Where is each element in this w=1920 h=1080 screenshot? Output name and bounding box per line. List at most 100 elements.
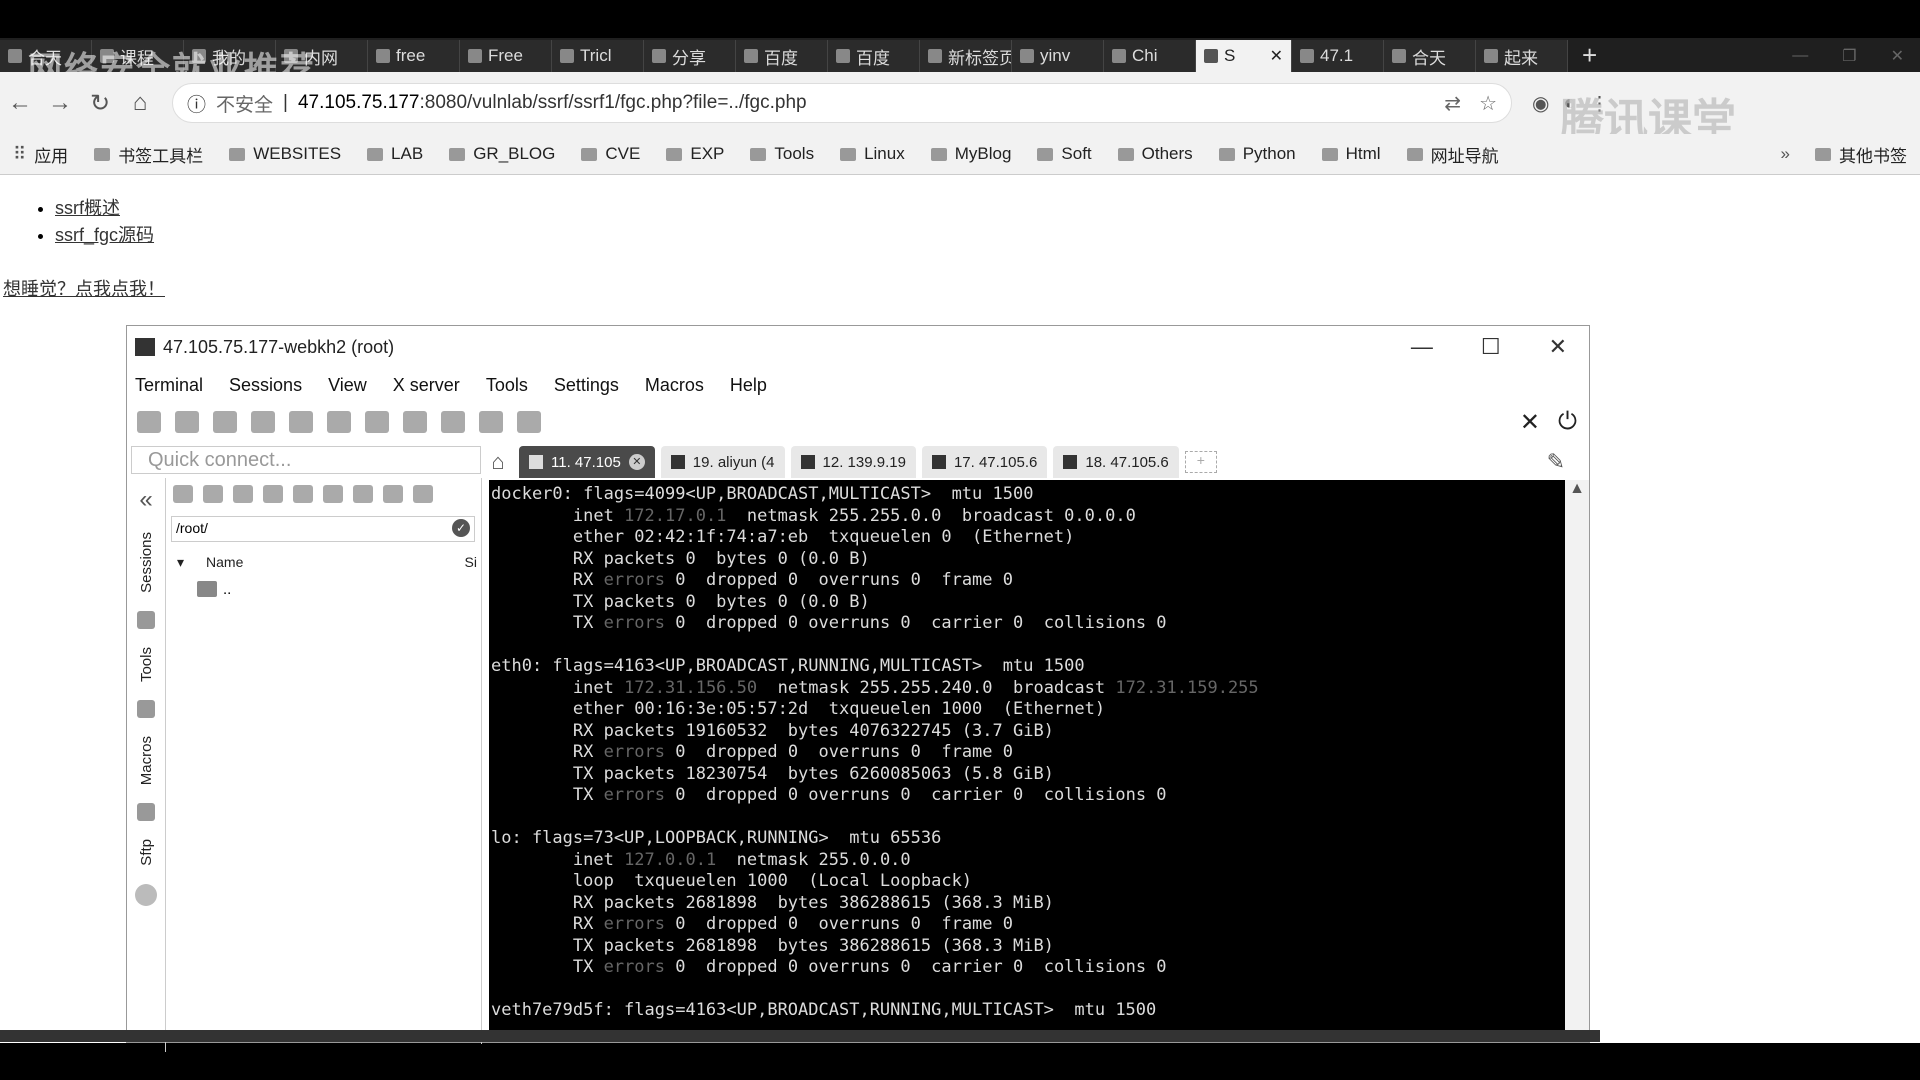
- side-tab-sessions[interactable]: Sessions: [138, 524, 155, 601]
- reload-icon[interactable]: ↻: [80, 89, 120, 118]
- browser-tab[interactable]: Tricl: [552, 40, 644, 72]
- back-icon[interactable]: ←: [0, 89, 40, 117]
- bookmark-item[interactable]: GR_BLOG: [436, 144, 568, 164]
- ssrf-fgc-source-link[interactable]: ssrf_fgc源码: [55, 225, 154, 245]
- star-icon[interactable]: [137, 610, 155, 629]
- browser-tab[interactable]: 分享: [644, 40, 736, 72]
- sftp-icon[interactable]: [135, 883, 157, 906]
- browser-tab[interactable]: Chi: [1104, 40, 1196, 72]
- bookmark-item[interactable]: MyBlog: [918, 144, 1025, 164]
- sleep-link[interactable]: 想睡觉？点我点我！: [3, 275, 165, 301]
- bookmark-item[interactable]: Python: [1206, 144, 1309, 164]
- close-session-icon[interactable]: ✕: [628, 454, 645, 470]
- bookmark-item[interactable]: Others: [1105, 144, 1206, 164]
- menu-item[interactable]: X server: [393, 375, 472, 396]
- browser-tab[interactable]: 合天: [1384, 40, 1476, 72]
- bookmark-item[interactable]: CVE: [568, 144, 653, 164]
- xserver-icon[interactable]: ✕: [1520, 408, 1540, 437]
- column-header-size[interactable]: Si: [465, 554, 481, 570]
- new-folder-icon[interactable]: [323, 485, 343, 503]
- refresh-icon[interactable]: [263, 485, 283, 503]
- bookmark-item[interactable]: 书签工具栏: [81, 142, 216, 167]
- info-icon[interactable]: ⓘ: [187, 90, 206, 117]
- bookmark-item[interactable]: LAB: [354, 144, 436, 164]
- minimize-icon[interactable]: —: [1411, 334, 1433, 360]
- session-icon[interactable]: [137, 411, 161, 433]
- servers-icon[interactable]: [175, 411, 199, 433]
- window-titlebar[interactable]: 47.105.75.177-webkh2 (root) — ☐ ✕: [127, 326, 1589, 368]
- address-bar[interactable]: ⓘ 不安全 | 47.105.75.177:8080/vulnlab/ssrf/…: [172, 83, 1512, 123]
- menu-item[interactable]: View: [328, 375, 379, 396]
- games-icon[interactable]: [251, 411, 275, 433]
- side-tab-sftp[interactable]: Sftp: [138, 831, 155, 874]
- tools-side-icon[interactable]: [137, 699, 155, 718]
- forward-icon[interactable]: →: [40, 89, 80, 117]
- maximize-icon[interactable]: ☐: [1481, 334, 1501, 360]
- close-icon[interactable]: ✕: [1891, 46, 1904, 66]
- close-icon[interactable]: ✕: [1549, 334, 1567, 360]
- browser-tab[interactable]: 47.1: [1292, 40, 1384, 72]
- home-icon[interactable]: ⌂: [120, 89, 160, 117]
- bookmarks-overflow-button[interactable]: »: [1769, 144, 1802, 164]
- side-tab-tools[interactable]: Tools: [138, 639, 155, 690]
- split-icon[interactable]: [365, 411, 389, 433]
- terminal-output[interactable]: docker0: flags=4099<UP,BROADCAST,MULTICA…: [489, 480, 1565, 1042]
- new-file-icon[interactable]: [293, 485, 313, 503]
- bookmark-item[interactable]: Linux: [827, 144, 918, 164]
- session-tab[interactable]: 19. aliyun (4: [660, 446, 785, 478]
- collapse-chevron-icon[interactable]: «: [139, 486, 152, 514]
- packages-icon[interactable]: [479, 411, 503, 433]
- url-text[interactable]: 47.105.75.177:8080/vulnlab/ssrf/ssrf1/fg…: [298, 92, 1434, 114]
- new-tab-button[interactable]: +: [1568, 40, 1611, 72]
- confirm-path-icon[interactable]: ✓: [452, 519, 470, 537]
- restore-icon[interactable]: ❐: [1842, 46, 1856, 66]
- bookmark-item[interactable]: WEBSITES: [216, 144, 354, 164]
- sort-chevron-icon[interactable]: ▾: [177, 554, 184, 571]
- browser-tab[interactable]: free: [368, 40, 460, 72]
- bookmark-item[interactable]: Soft: [1024, 144, 1104, 164]
- follow-terminal-icon[interactable]: [413, 485, 433, 503]
- session-tab[interactable]: 18. 47.105.6: [1053, 446, 1179, 478]
- menu-item[interactable]: Settings: [554, 375, 631, 396]
- ssrf-overview-link[interactable]: ssrf概述: [55, 198, 120, 218]
- translate-icon[interactable]: ⇄: [1444, 91, 1461, 116]
- close-tab-icon[interactable]: ✕: [1270, 46, 1283, 66]
- attach-icon[interactable]: ✎: [1547, 449, 1565, 475]
- menu-item[interactable]: Terminal: [135, 375, 215, 396]
- filter-icon[interactable]: [383, 485, 403, 503]
- menu-item[interactable]: Tools: [486, 375, 540, 396]
- tools-icon[interactable]: [213, 411, 237, 433]
- menu-item[interactable]: Sessions: [229, 375, 314, 396]
- bookmark-item[interactable]: Tools: [737, 144, 827, 164]
- browser-tab[interactable]: 百度: [828, 40, 920, 72]
- upload-icon[interactable]: [233, 485, 253, 503]
- browser-tab[interactable]: 百度: [736, 40, 828, 72]
- browser-tab[interactable]: S ✕: [1196, 40, 1292, 72]
- bookmark-item[interactable]: ⠿ 应用: [0, 142, 81, 167]
- sessions-icon[interactable]: [289, 411, 313, 433]
- new-session-tab-icon[interactable]: +: [1184, 451, 1217, 473]
- extension-icon[interactable]: ◉: [1532, 91, 1549, 116]
- quick-connect-input[interactable]: Quick connect...: [131, 446, 481, 474]
- home-tab-icon[interactable]: ⌂: [483, 449, 513, 475]
- tunneling-icon[interactable]: [441, 411, 465, 433]
- terminal-scrollbar[interactable]: ▲: [1565, 480, 1589, 1042]
- menu-item[interactable]: Macros: [645, 375, 716, 396]
- side-tab-macros[interactable]: Macros: [138, 728, 155, 793]
- bookmark-item[interactable]: Html: [1309, 144, 1394, 164]
- minimize-icon[interactable]: —: [1792, 47, 1808, 65]
- session-tab[interactable]: 12. 139.9.19: [790, 446, 916, 478]
- power-icon[interactable]: ⏻: [1558, 408, 1577, 437]
- bookmark-star-icon[interactable]: ☆: [1479, 91, 1497, 116]
- macro-icon[interactable]: [137, 803, 155, 822]
- column-header-name[interactable]: Name: [206, 554, 243, 570]
- sftp-path-input[interactable]: /root/ ✓: [171, 516, 475, 542]
- bookmark-item[interactable]: EXP: [653, 144, 737, 164]
- download-icon[interactable]: [203, 485, 223, 503]
- multiexec-icon[interactable]: [403, 411, 427, 433]
- list-item[interactable]: ..: [165, 576, 481, 602]
- session-tab[interactable]: 11. 47.105 ✕: [519, 446, 655, 478]
- browser-tab[interactable]: yinv: [1012, 40, 1104, 72]
- up-folder-icon[interactable]: [173, 485, 193, 503]
- menu-item[interactable]: Help: [730, 375, 779, 396]
